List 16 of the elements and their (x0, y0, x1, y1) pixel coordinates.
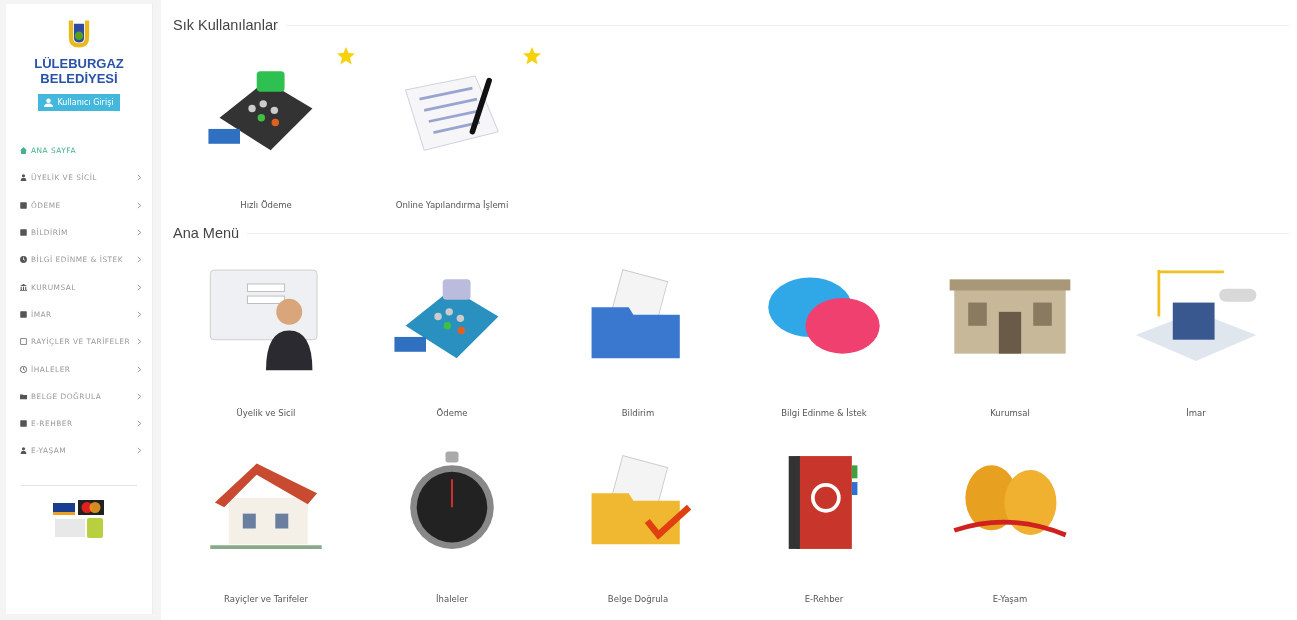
tile-label[interactable]: Ödeme (436, 408, 468, 418)
tile-label[interactable]: E-Yaşam (992, 594, 1028, 604)
tile-label[interactable]: E-Rehber (804, 594, 844, 604)
logo-text: LÜLEBURGAZ BELEDİYESİ (34, 56, 124, 86)
tile-label[interactable]: İhaleler (436, 594, 468, 604)
tile-label[interactable]: Kurumsal (990, 408, 1030, 418)
tile-label[interactable]: Online Yapılandırma İşlemi (395, 200, 509, 210)
tile-label[interactable]: Hızlı Ödeme (240, 200, 292, 210)
tile-label[interactable]: Bilgi Edinme & İstek (781, 408, 867, 418)
tile-label[interactable]: Belge Doğrula (607, 594, 669, 604)
tile-label[interactable]: İmar (1186, 408, 1206, 418)
tile-label[interactable]: Rayiçler ve Tarifeler (224, 594, 308, 604)
section-title: Sık Kullanılanlar (173, 17, 278, 33)
tile-label[interactable]: Bildirim (621, 408, 655, 418)
tile-label[interactable]: Üyelik ve Sicil (236, 408, 296, 418)
section-title: Ana Menü (173, 225, 240, 241)
